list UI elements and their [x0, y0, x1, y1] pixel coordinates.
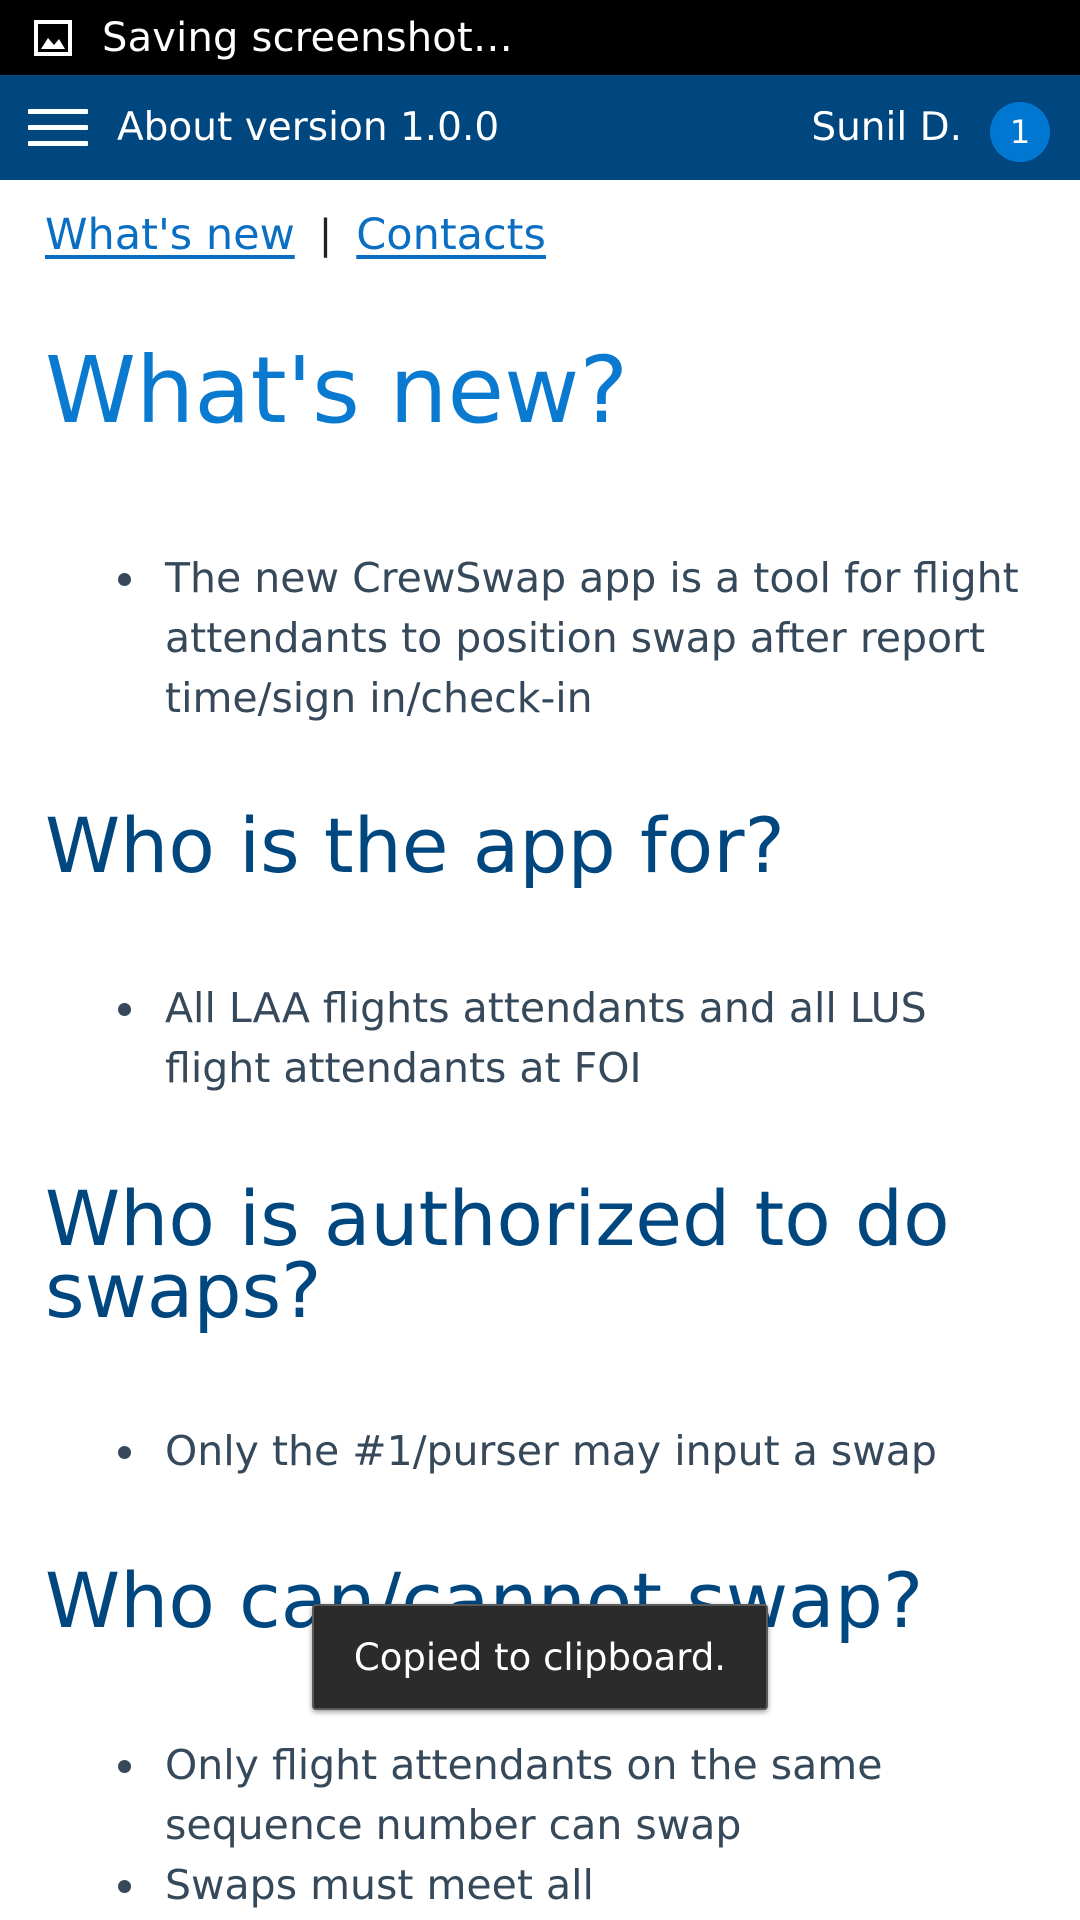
contacts-link[interactable]: Contacts [356, 210, 546, 260]
list-item: All LAA flights attendants and all LUS f… [0, 978, 1080, 1098]
list-item: Only the #1/purser may input a swap [0, 1421, 1080, 1481]
who-for-list: All LAA flights attendants and all LUS f… [0, 978, 1080, 1098]
who-authorized-heading: Who is authorized to do swaps? [45, 1174, 950, 1335]
list-item: Only flight attendants on the same seque… [0, 1735, 1080, 1855]
link-separator: | [318, 212, 333, 258]
list-item: Swaps must meet all [0, 1855, 1080, 1915]
who-can-list: Only flight attendants on the same seque… [0, 1735, 1080, 1915]
image-icon [34, 20, 72, 56]
who-for-heading: Who is the app for? [45, 801, 785, 890]
who-authorized-list: Only the #1/purser may input a swap [0, 1421, 1080, 1481]
hamburger-menu-icon[interactable] [28, 107, 88, 149]
list-item: The new CrewSwap app is a tool for fligh… [0, 548, 1080, 728]
whats-new-heading: What's new? [45, 337, 629, 444]
whats-new-list: The new CrewSwap app is a tool for fligh… [0, 548, 1080, 728]
section-links: What's new | Contacts [45, 210, 546, 260]
user-name[interactable]: Sunil D. [811, 75, 962, 180]
status-notification-text: Saving screenshot… [102, 14, 514, 61]
page-title: About version 1.0.0 [117, 105, 500, 150]
clipboard-toast: Copied to clipboard. [312, 1604, 768, 1710]
notification-badge[interactable]: 1 [990, 102, 1050, 162]
whats-new-link[interactable]: What's new [45, 210, 295, 260]
app-header: About version 1.0.0 Sunil D. 1 [0, 75, 1080, 180]
system-status-bar: Saving screenshot… [0, 0, 1080, 75]
